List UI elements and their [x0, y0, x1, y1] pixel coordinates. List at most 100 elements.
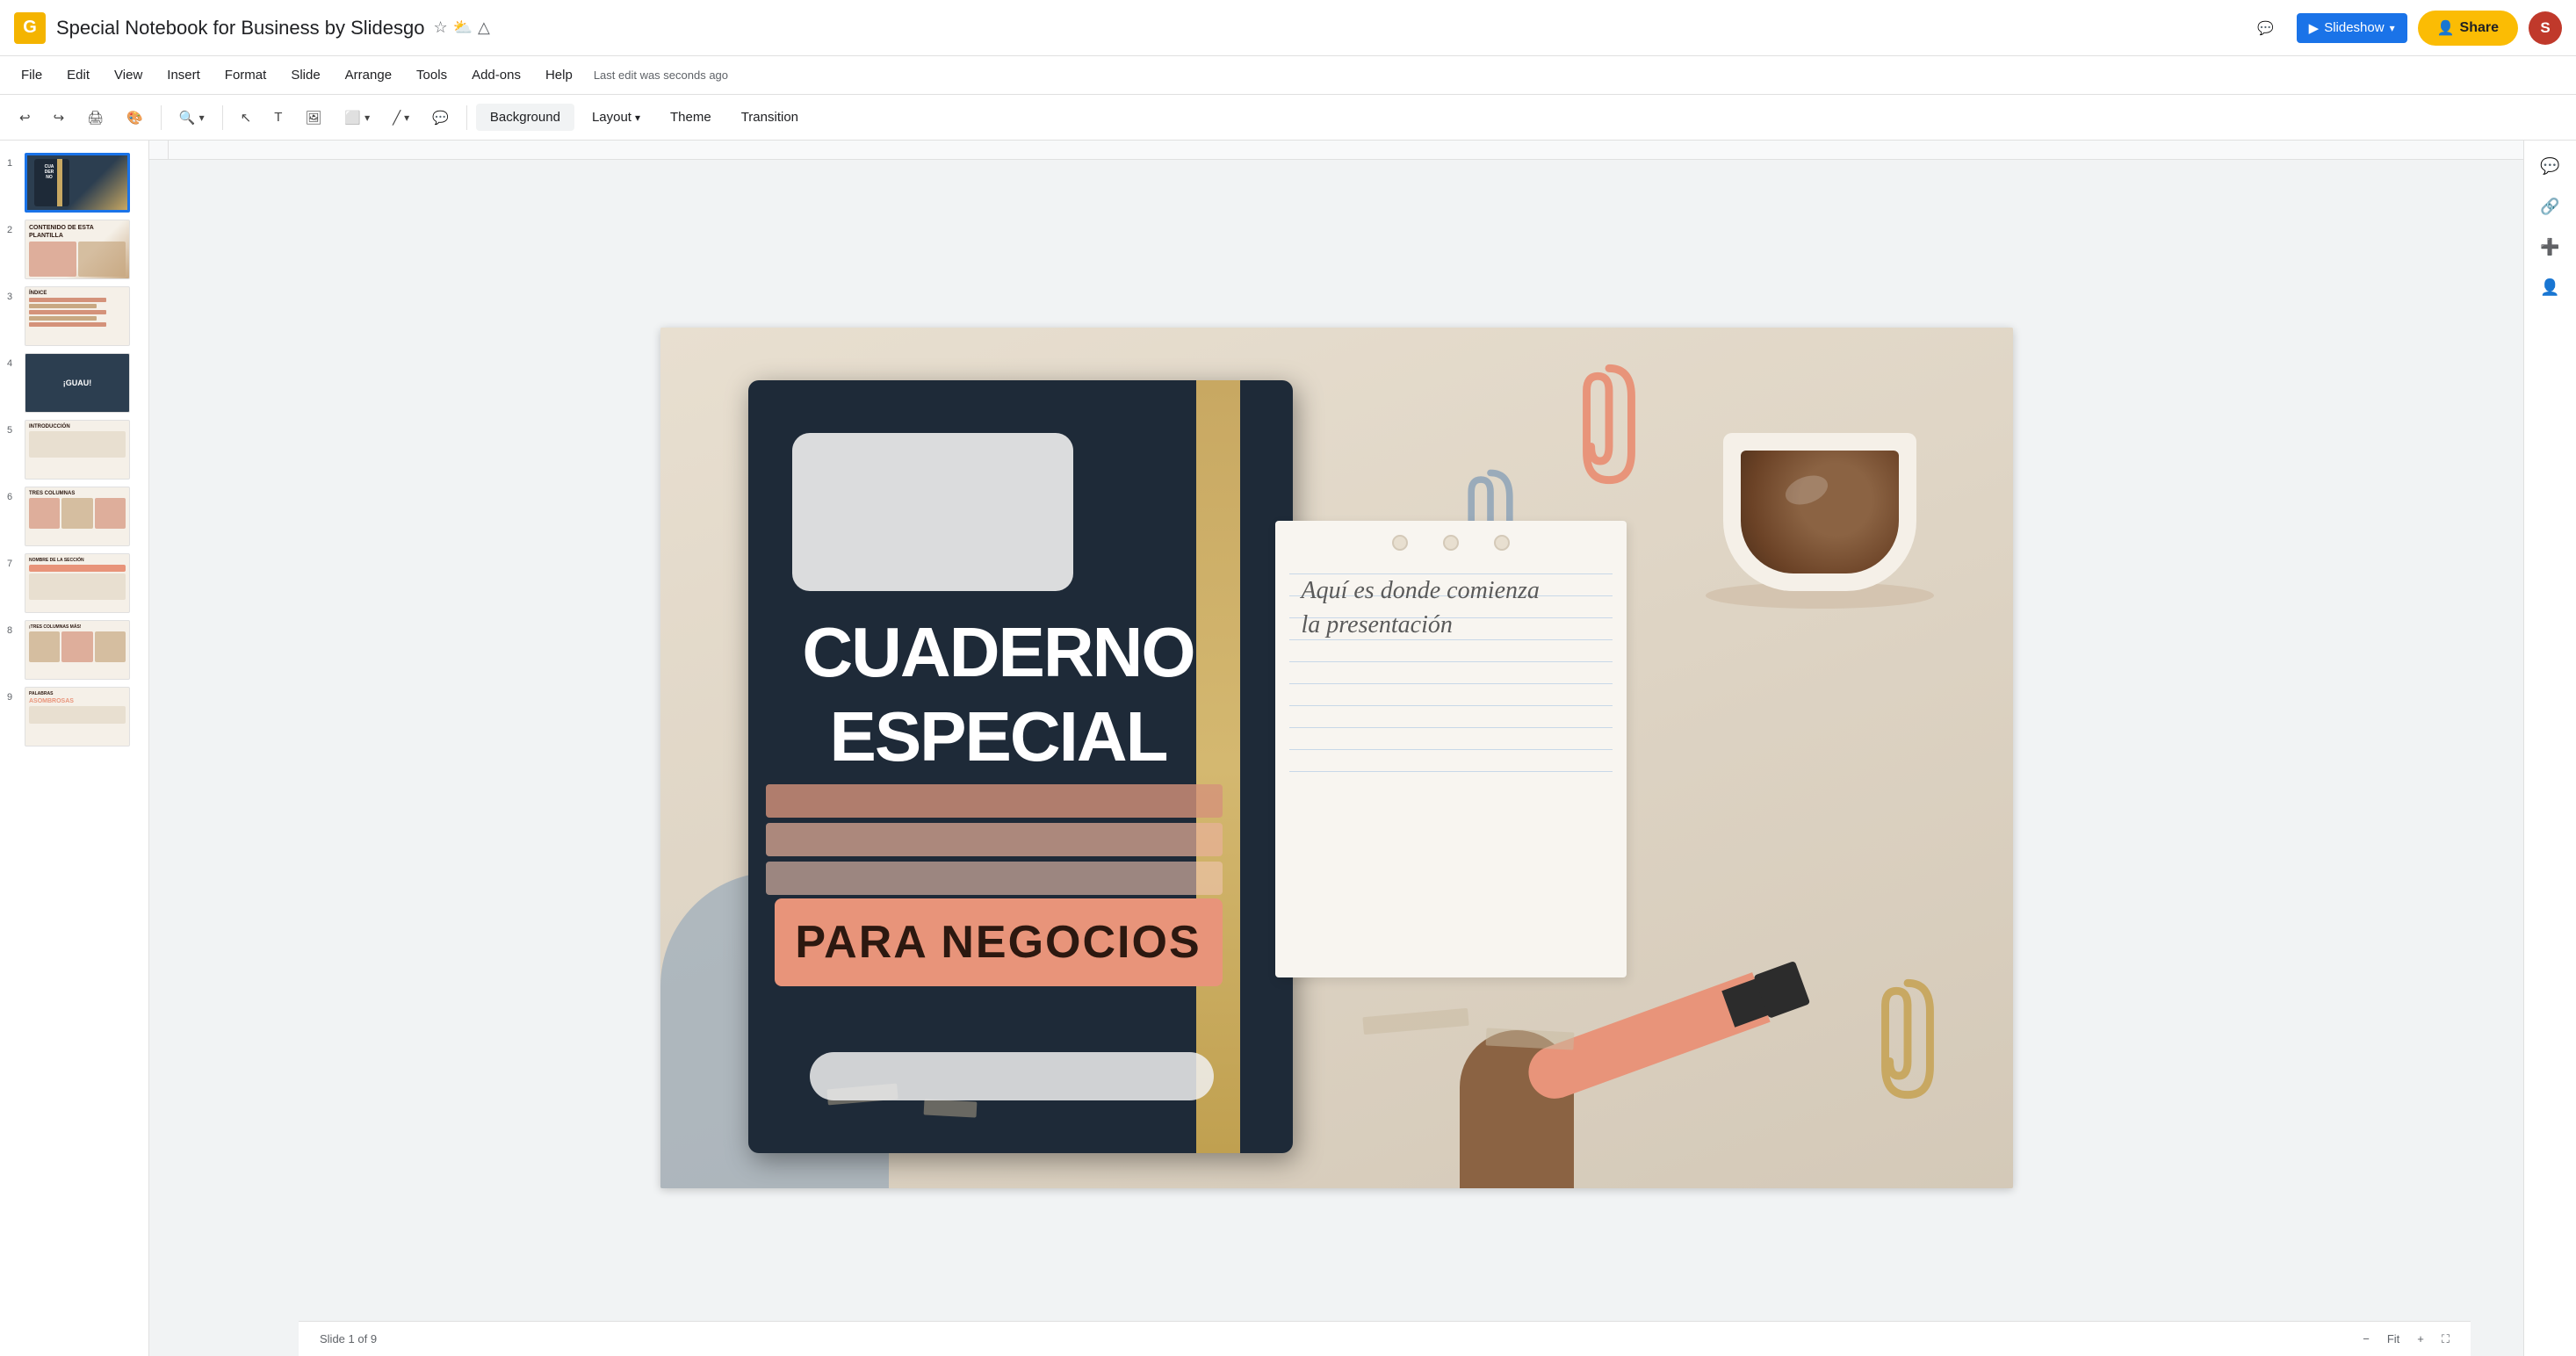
slide-canvas[interactable]: CUADERNO ESPECIAL PARA NEGOCIOS — [660, 328, 2013, 1188]
layout-button[interactable]: Layout — [580, 104, 653, 131]
star-icon[interactable]: ☆ — [433, 18, 447, 37]
menu-insert[interactable]: Insert — [156, 62, 211, 88]
ruler-horizontal — [149, 141, 2523, 160]
slide-preview-3: ÍNDICE — [25, 286, 130, 346]
line-chevron — [404, 110, 409, 125]
slide-num-3: 3 — [7, 292, 19, 302]
drive-icon[interactable]: △ — [478, 18, 490, 37]
right-panel-link-icon[interactable]: 🔗 — [2534, 190, 2567, 223]
note-text: Aquí es donde comienza la presentación — [1302, 573, 1600, 642]
menu-edit[interactable]: Edit — [56, 62, 100, 88]
slide-thumbnail-7[interactable]: 7 NOMBRE DE LA SECCIÓN — [0, 550, 148, 617]
notebook-title-1: CUADERNO — [775, 617, 1223, 688]
title-bar: G Special Notebook for Business by Slide… — [0, 0, 2576, 56]
share-icon: 👤 — [2437, 19, 2455, 37]
user-avatar[interactable]: S — [2529, 11, 2562, 45]
slide-thumbnail-5[interactable]: 5 INTRODUCCIÓN — [0, 416, 148, 483]
present-icon: ▶ — [2309, 20, 2320, 36]
share-button[interactable]: 👤 Share — [2418, 11, 2518, 46]
slide-num-7: 7 — [7, 559, 19, 569]
menu-addons[interactable]: Add-ons — [461, 62, 531, 88]
menu-arrange[interactable]: Arrange — [335, 62, 402, 88]
stripe-2 — [766, 823, 1223, 856]
notebook-oval — [810, 1052, 1214, 1100]
slide-thumbnail-1[interactable]: 1 CUADERNO — [0, 149, 148, 216]
slide-preview-5: INTRODUCCIÓN — [25, 420, 130, 480]
cursor-tool[interactable]: ↖ — [232, 105, 261, 131]
slide-thumbnail-6[interactable]: 6 TRES COLUMNAS — [0, 483, 148, 550]
note-line — [1289, 727, 1613, 728]
redo-button[interactable]: ↪ — [45, 105, 74, 131]
slide-thumbnail-2[interactable]: 2 CONTENIDO DE ESTA PLANTILLA — [0, 216, 148, 283]
ruler-corner — [149, 141, 169, 160]
slide-num-9: 9 — [7, 692, 19, 703]
note-line — [1289, 661, 1613, 662]
comment-button[interactable]: 💬 — [2245, 13, 2286, 43]
note-line — [1289, 771, 1613, 772]
line-tool[interactable]: ╱ — [384, 105, 418, 131]
note-hole-2 — [1443, 535, 1459, 551]
paint-format-button[interactable]: 🎨 — [118, 105, 152, 131]
present-label: Slideshow — [2324, 20, 2384, 35]
cloud-icon[interactable]: ⛅ — [453, 18, 473, 37]
notebook-title-2: ESPECIAL — [775, 696, 1223, 777]
undo-button[interactable]: ↩ — [11, 105, 40, 131]
note-line — [1289, 749, 1613, 750]
zoom-controls: − Fit + ⛶ — [2356, 1329, 2457, 1350]
menu-format[interactable]: Format — [214, 62, 278, 88]
menu-tools[interactable]: Tools — [406, 62, 458, 88]
slide-preview-9: PALABRAS ASOMBROSAS — [25, 687, 130, 747]
canvas-area: CUADERNO ESPECIAL PARA NEGOCIOS — [149, 141, 2523, 1356]
notebook-white-rect — [792, 433, 1073, 591]
note-paper: Aquí es donde comienza la presentación — [1275, 521, 1627, 977]
fullscreen-button[interactable]: ⛶ — [2435, 1329, 2457, 1350]
last-edit-status: Last edit was seconds ago — [594, 69, 728, 82]
slide-preview-4: ¡GUAU! — [25, 353, 130, 413]
background-button[interactable]: Background — [476, 104, 574, 131]
slide-preview-1: CUADERNO — [25, 153, 130, 213]
text-tool[interactable]: T — [265, 105, 291, 130]
coffee-cup — [1697, 363, 1943, 609]
zoom-plus-button[interactable]: + — [2410, 1329, 2431, 1349]
slide-thumbnail-3[interactable]: 3 ÍNDICE — [0, 283, 148, 350]
slideshow-button[interactable]: ▶ Slideshow — [2297, 13, 2407, 43]
menu-slide[interactable]: Slide — [280, 62, 330, 88]
slide-canvas-wrapper[interactable]: CUADERNO ESPECIAL PARA NEGOCIOS — [149, 160, 2523, 1356]
slide-thumbnail-8[interactable]: 8 ¡TRES COLUMNAS MÁS! — [0, 617, 148, 683]
zoom-chevron — [199, 110, 205, 125]
note-line — [1289, 705, 1613, 706]
shape-tool[interactable]: ⬜ — [336, 105, 379, 131]
right-panel-plus-icon[interactable]: ➕ — [2534, 230, 2567, 263]
zoom-minus-button[interactable]: − — [2356, 1329, 2377, 1349]
menu-help[interactable]: Help — [535, 62, 583, 88]
slide-thumbnail-9[interactable]: 9 PALABRAS ASOMBROSAS — [0, 683, 148, 750]
slide-num-5: 5 — [7, 425, 19, 436]
slide-thumbnail-4[interactable]: 4 ¡GUAU! — [0, 350, 148, 416]
menu-view[interactable]: View — [104, 62, 153, 88]
theme-button[interactable]: Theme — [658, 104, 724, 131]
slide-panel: 1 CUADERNO 2 CONTENIDO DE ESTA PLANTILLA — [0, 141, 149, 1356]
slide-preview-8: ¡TRES COLUMNAS MÁS! — [25, 620, 130, 680]
image-tool[interactable]: 🖼 — [296, 105, 330, 131]
shape-chevron — [364, 110, 370, 125]
document-title[interactable]: Special Notebook for Business by Slidesg… — [56, 17, 424, 40]
zoom-level[interactable]: Fit — [2380, 1329, 2406, 1349]
right-panel-person-icon[interactable]: 👤 — [2534, 270, 2567, 304]
menu-file[interactable]: File — [11, 62, 53, 88]
notebook-stripes — [766, 784, 1223, 898]
tape-2 — [923, 1099, 977, 1117]
stripe-1 — [766, 784, 1223, 818]
share-label: Share — [2460, 20, 2499, 36]
zoom-button[interactable]: 🔍 — [170, 105, 213, 131]
print-button[interactable]: 🖨 — [78, 105, 112, 131]
right-panel-comment-icon[interactable]: 💬 — [2534, 149, 2567, 183]
paperclip-1 — [1574, 363, 1644, 486]
coffee-cup-body — [1723, 433, 1916, 591]
notebook-subtitle: PARA NEGOCIOS — [792, 916, 1205, 969]
slide-num-8: 8 — [7, 625, 19, 636]
chevron-down-icon[interactable] — [2390, 20, 2395, 35]
comment-icon: 💬 — [2257, 20, 2274, 36]
transition-button[interactable]: Transition — [729, 104, 811, 131]
comment-tool[interactable]: 💬 — [423, 105, 458, 131]
coffee-highlight — [1781, 470, 1831, 509]
